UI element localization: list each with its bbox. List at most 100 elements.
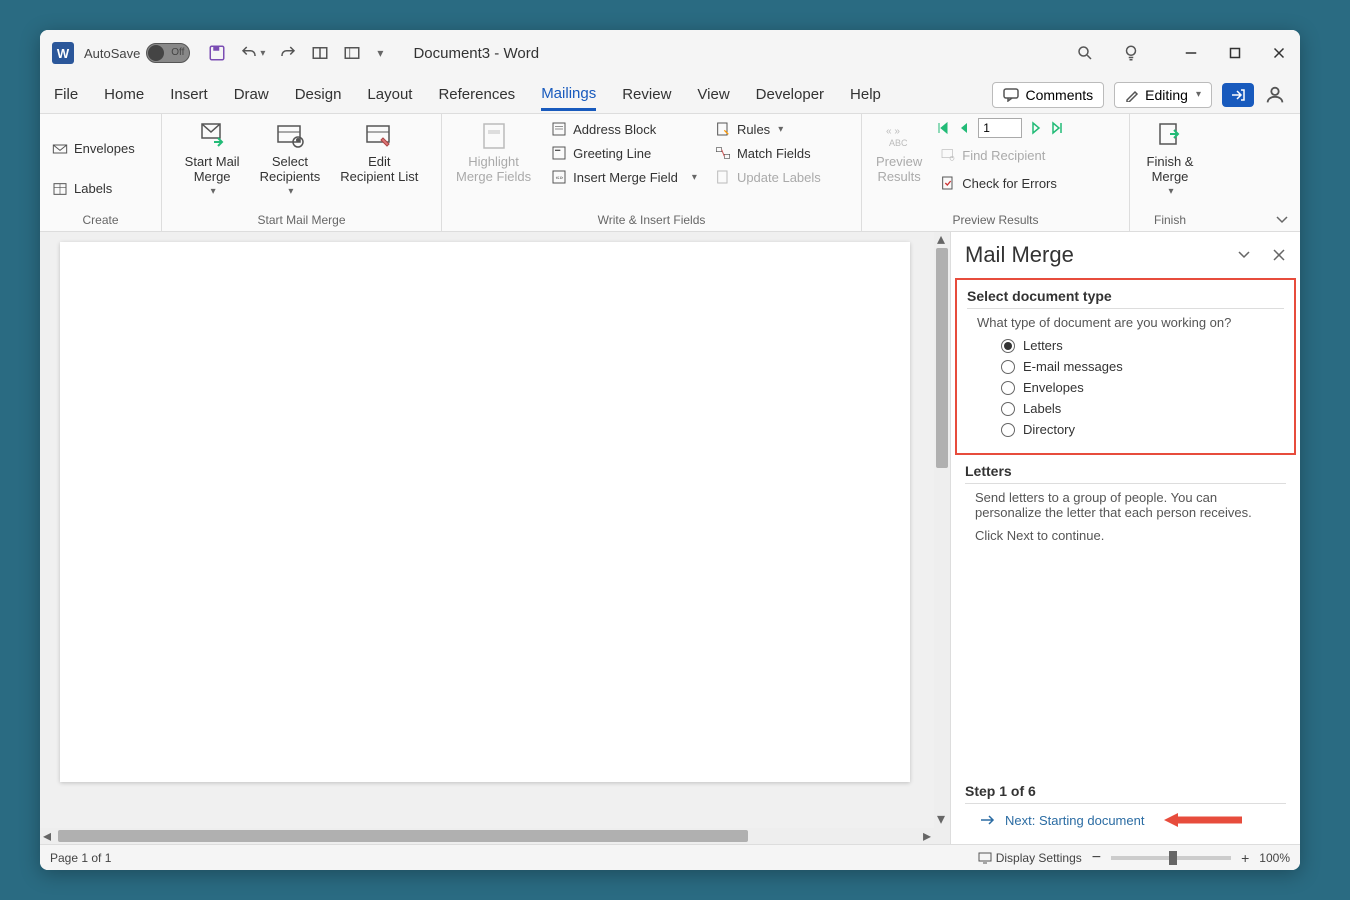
- document-page[interactable]: [60, 242, 910, 782]
- section-title-letters: Letters: [965, 463, 1286, 484]
- greeting-line-button[interactable]: Greeting Line: [547, 142, 701, 164]
- chevron-down-icon[interactable]: ▾: [260, 48, 265, 59]
- ribbon-tabs: File Home Insert Draw Design Layout Refe…: [40, 76, 1300, 114]
- tab-draw[interactable]: Draw: [234, 80, 269, 109]
- account-icon[interactable]: [1264, 84, 1286, 106]
- tab-references[interactable]: References: [438, 80, 515, 109]
- comment-icon: [1003, 88, 1019, 102]
- radio-directory[interactable]: Directory: [1001, 422, 1284, 437]
- tab-insert[interactable]: Insert: [170, 80, 208, 109]
- lightbulb-icon[interactable]: [1122, 44, 1140, 62]
- match-fields-label: Match Fields: [737, 146, 811, 161]
- zoom-level[interactable]: 100%: [1259, 851, 1290, 865]
- taskpane-dropdown-icon[interactable]: [1236, 248, 1252, 260]
- tab-review[interactable]: Review: [622, 80, 671, 109]
- share-button[interactable]: [1222, 83, 1254, 107]
- radio-label: Envelopes: [1023, 380, 1084, 395]
- radio-email[interactable]: E-mail messages: [1001, 359, 1284, 374]
- tab-home[interactable]: Home: [104, 80, 144, 109]
- zoom-out-button[interactable]: −: [1092, 849, 1101, 867]
- tab-design[interactable]: Design: [295, 80, 342, 109]
- share-icon: [1230, 88, 1246, 102]
- finish-merge-button[interactable]: Finish & Merge ▾: [1141, 118, 1200, 199]
- zoom-thumb[interactable]: [1169, 851, 1177, 865]
- scroll-down-icon[interactable]: ▾: [934, 812, 948, 826]
- radio-icon: [1001, 402, 1015, 416]
- start-mail-merge-label: Start Mail Merge: [185, 154, 240, 184]
- qat-icon-2[interactable]: [343, 44, 361, 62]
- chevron-down-icon: ▾: [1168, 186, 1173, 197]
- last-record-icon[interactable]: [1050, 121, 1064, 135]
- insert-merge-field-button[interactable]: «» Insert Merge Field ▾: [547, 166, 701, 188]
- next-step-link[interactable]: Next: Starting document: [979, 812, 1286, 828]
- select-recipients-button[interactable]: Select Recipients ▾: [254, 118, 327, 199]
- envelopes-label: Envelopes: [74, 141, 135, 156]
- page-info[interactable]: Page 1 of 1: [50, 851, 111, 865]
- zoom-in-button[interactable]: +: [1241, 850, 1249, 866]
- update-labels-button[interactable]: Update Labels: [711, 166, 825, 188]
- vscroll-thumb[interactable]: [936, 248, 948, 468]
- radio-label: E-mail messages: [1023, 359, 1123, 374]
- start-mail-merge-button[interactable]: Start Mail Merge ▾: [179, 118, 246, 199]
- tab-layout[interactable]: Layout: [367, 80, 412, 109]
- qat-customize-icon[interactable]: ▾: [377, 46, 383, 60]
- qat-icon-1[interactable]: [311, 44, 329, 62]
- rules-button[interactable]: Rules ▾: [711, 118, 825, 140]
- comments-button[interactable]: Comments: [992, 82, 1104, 108]
- envelopes-button[interactable]: Envelopes: [48, 138, 139, 160]
- chevron-down-icon: ▾: [778, 124, 783, 135]
- address-block-button[interactable]: Address Block: [547, 118, 701, 140]
- next-link-label: Next: Starting document: [1005, 813, 1144, 828]
- match-fields-button[interactable]: Match Fields: [711, 142, 825, 164]
- search-icon[interactable]: [1076, 44, 1094, 62]
- vertical-scrollbar[interactable]: ▴ ▾: [934, 232, 950, 844]
- next-record-icon[interactable]: [1030, 121, 1042, 135]
- labels-button[interactable]: Labels: [48, 178, 116, 200]
- edit-recipient-list-button[interactable]: Edit Recipient List: [334, 118, 424, 186]
- editing-button[interactable]: Editing ▾: [1114, 82, 1212, 108]
- prev-record-icon[interactable]: [958, 121, 970, 135]
- svg-text:« »: « »: [886, 126, 900, 137]
- find-recipient-button[interactable]: Find Recipient: [936, 144, 1064, 166]
- section-question: What type of document are you working on…: [977, 315, 1284, 330]
- greeting-line-label: Greeting Line: [573, 146, 651, 161]
- labels-icon: [52, 181, 68, 197]
- tab-view[interactable]: View: [697, 80, 729, 109]
- radio-letters[interactable]: Letters: [1001, 338, 1284, 353]
- letters-continue: Click Next to continue.: [975, 528, 1286, 543]
- autosave-toggle[interactable]: AutoSave Off: [84, 43, 190, 63]
- preview-results-button[interactable]: « »ABC Preview Results: [870, 118, 928, 186]
- rules-icon: [715, 121, 731, 137]
- redo-icon[interactable]: [279, 44, 297, 62]
- ribbon-collapse-icon[interactable]: [1274, 213, 1290, 225]
- svg-text:ABC: ABC: [889, 138, 908, 148]
- record-number-input[interactable]: [978, 118, 1022, 138]
- letters-description: Send letters to a group of people. You c…: [975, 490, 1286, 520]
- zoom-slider[interactable]: [1111, 856, 1231, 860]
- scroll-right-icon[interactable]: ▸: [920, 829, 934, 843]
- tab-help[interactable]: Help: [850, 80, 881, 109]
- maximize-icon[interactable]: [1226, 44, 1244, 62]
- radio-labels[interactable]: Labels: [1001, 401, 1284, 416]
- undo-button[interactable]: ▾: [240, 44, 265, 62]
- check-errors-button[interactable]: Check for Errors: [936, 172, 1064, 194]
- scroll-left-icon[interactable]: ◂: [40, 829, 54, 843]
- tab-developer[interactable]: Developer: [756, 80, 824, 109]
- scroll-up-icon[interactable]: ▴: [934, 232, 948, 246]
- save-icon[interactable]: [208, 44, 226, 62]
- display-settings-button[interactable]: Display Settings: [978, 851, 1082, 865]
- chevron-down-icon: ▾: [288, 186, 293, 197]
- autosave-toggle-switch[interactable]: Off: [146, 43, 190, 63]
- minimize-icon[interactable]: [1182, 44, 1200, 62]
- tab-file[interactable]: File: [54, 80, 78, 109]
- first-record-icon[interactable]: [936, 121, 950, 135]
- tab-mailings[interactable]: Mailings: [541, 79, 596, 111]
- taskpane-close-icon[interactable]: [1272, 248, 1286, 262]
- close-icon[interactable]: [1270, 44, 1288, 62]
- greeting-icon: [551, 145, 567, 161]
- group-label-start: Start Mail Merge: [170, 211, 433, 229]
- radio-envelopes[interactable]: Envelopes: [1001, 380, 1284, 395]
- highlight-merge-fields-button[interactable]: Highlight Merge Fields: [450, 118, 537, 186]
- horizontal-scrollbar[interactable]: ◂ ▸: [40, 828, 934, 844]
- hscroll-thumb[interactable]: [58, 830, 748, 842]
